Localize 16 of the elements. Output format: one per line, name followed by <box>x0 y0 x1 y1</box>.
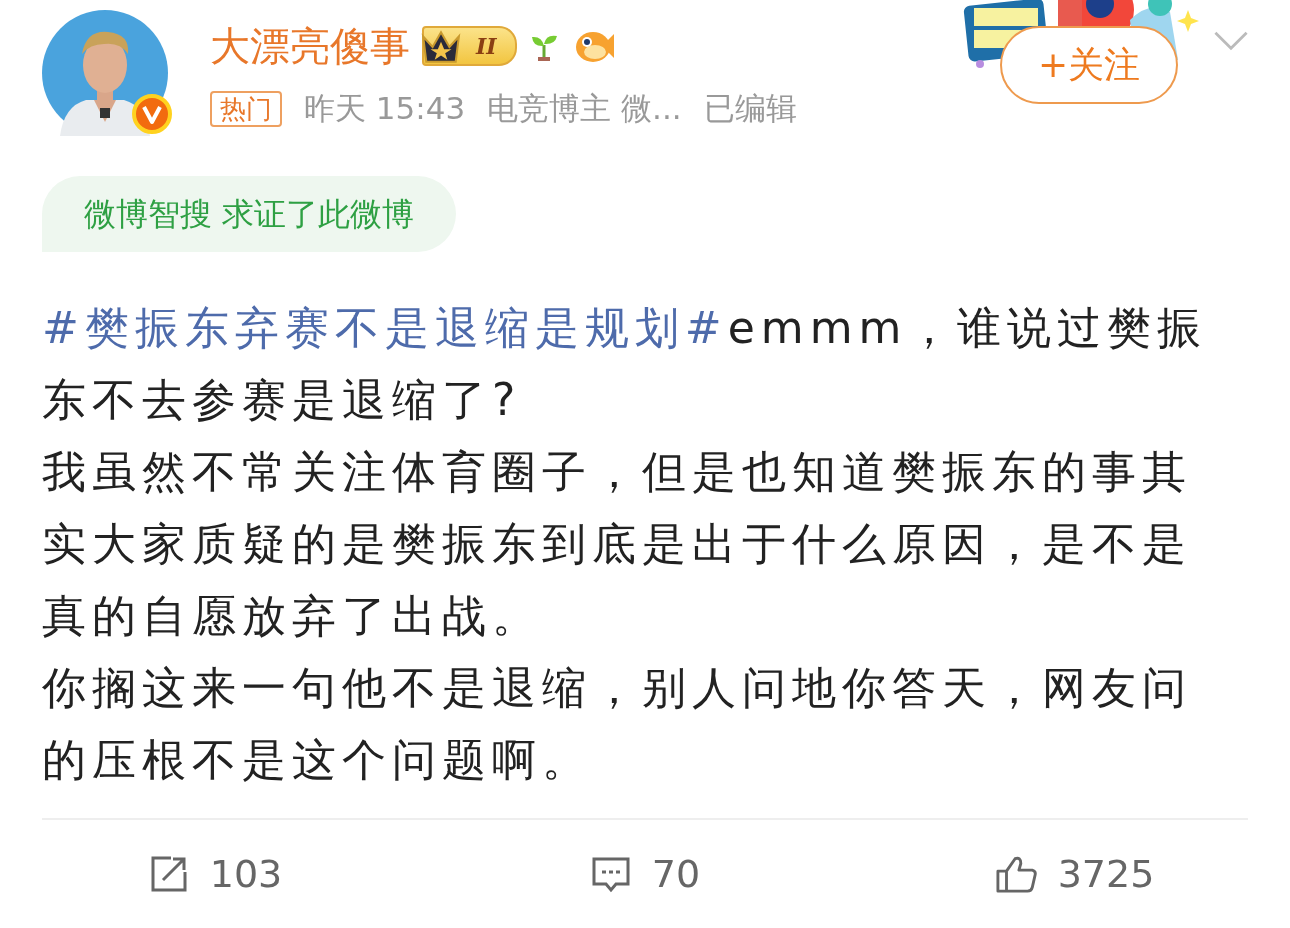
post-time: 昨天 15:43 <box>304 89 466 128</box>
thumbs-up-icon[interactable] <box>995 854 1038 894</box>
post-source: 电竞博主 微... <box>487 89 682 128</box>
edited-label: 已编辑 <box>703 89 797 128</box>
action-count: 3725 <box>1057 852 1155 896</box>
post-text: 我虽然不常关注体育圈子，但是也知道樊振东的事其实大家质疑的是樊振东到底是出于什么原因，是不是真的自愿放弃了出战。 <box>42 445 1193 643</box>
hot-tag: 热门 <box>210 91 282 127</box>
verification-note[interactable]: 微博智搜 求证了此微博 <box>42 176 457 252</box>
post-text: 你搁这来一句他不是退缩，别人问地你答天，网友问的压根不是这个问题啊。 <box>42 661 1193 787</box>
post-text: #樊振东弃赛不是退缩是规划#emmm，谁说过樊振东不去参赛是退缩了? <box>42 301 1209 427</box>
action-count: 103 <box>209 852 283 896</box>
action-count: 70 <box>651 852 701 896</box>
topic-link[interactable]: #樊振东弃赛不是退缩是规划# <box>42 302 728 353</box>
level-badge: II <box>422 26 517 66</box>
author-name[interactable]: 大漂亮傻事 <box>210 22 410 70</box>
follow-button[interactable]: +关注 <box>1000 26 1178 104</box>
